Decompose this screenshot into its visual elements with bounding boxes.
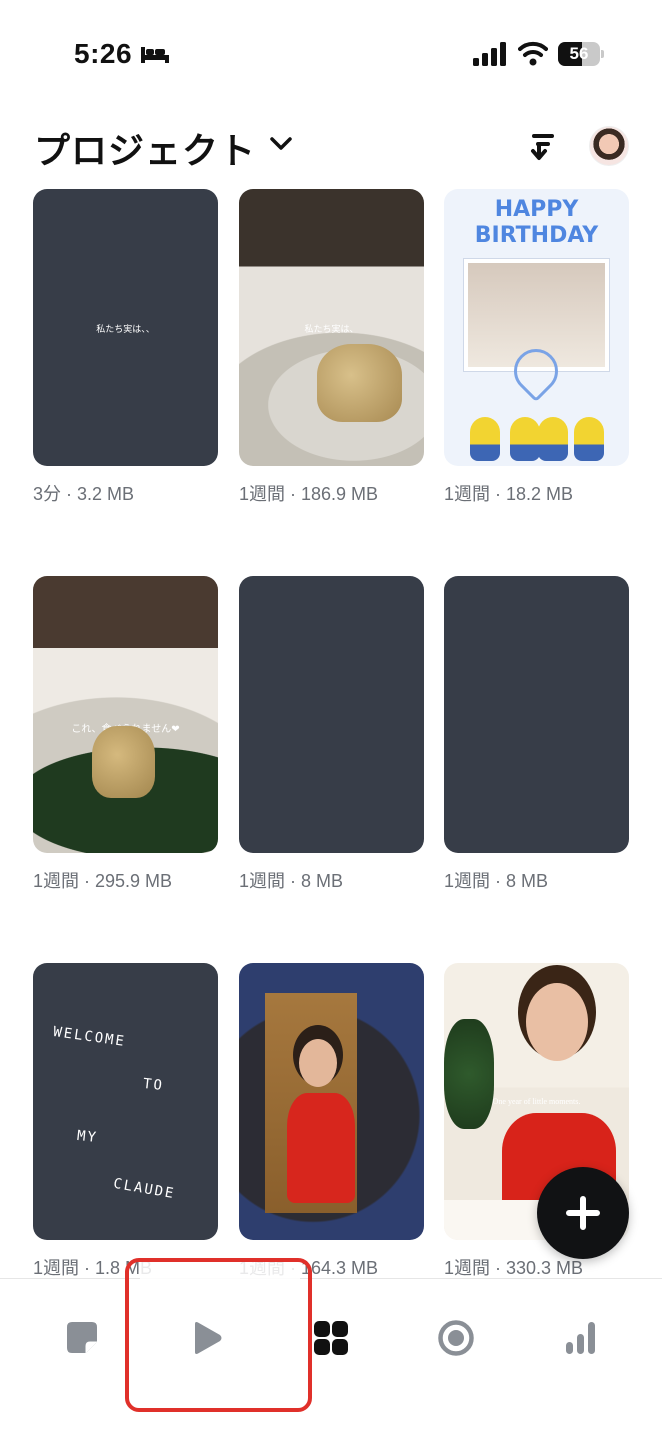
- thumbnail-caption: CLAUDE: [112, 1175, 177, 1203]
- nav-item-notes[interactable]: [62, 1318, 102, 1358]
- battery-icon: 56: [558, 42, 604, 66]
- project-meta: 3分 · 3.2 MB: [33, 484, 135, 504]
- page-title[interactable]: プロジェクト: [34, 122, 256, 174]
- project-card[interactable]: WELCOME TO MY CLAUDE 1週間 · 1.8 MB: [33, 963, 218, 1280]
- project-card[interactable]: HAPPY BIRTHDAY 1週間 · 18.2 MB: [444, 189, 629, 506]
- thumbnail-caption: WELCOME: [52, 1023, 127, 1051]
- project-thumbnail[interactable]: 私たち実は、、: [33, 189, 218, 466]
- project-card[interactable]: 1週間 · 164.3 MB: [239, 963, 424, 1280]
- grid-icon: [314, 1321, 348, 1355]
- battery-level: 56: [569, 44, 589, 63]
- project-meta: 1週間 · 8 MB: [239, 871, 344, 891]
- project-card[interactable]: 1週間 · 8 MB: [239, 576, 424, 893]
- project-thumbnail[interactable]: [239, 576, 424, 853]
- nav-item-stats[interactable]: [560, 1318, 600, 1358]
- project-card[interactable]: 私たち実は、、 3分 · 3.2 MB: [33, 189, 218, 506]
- chevron-down-icon[interactable]: [268, 134, 294, 154]
- bottom-nav: [0, 1278, 662, 1440]
- project-card[interactable]: 私たち実は、 1週間 · 186.9 MB: [239, 189, 424, 506]
- nav-item-projects[interactable]: [311, 1318, 351, 1358]
- minion-graphic: [470, 417, 500, 461]
- project-thumbnail[interactable]: [239, 963, 424, 1240]
- status-time: 5:26: [74, 38, 133, 69]
- project-meta: 1週間 · 18.2 MB: [444, 484, 574, 504]
- bed-icon: [141, 47, 169, 63]
- project-thumbnail[interactable]: HAPPY BIRTHDAY: [444, 189, 629, 466]
- minion-graphic: [574, 417, 604, 461]
- thumbnail-caption: MY: [76, 1127, 99, 1147]
- signal-icon: [473, 42, 506, 66]
- thumbnail-caption: One year of little moments.: [492, 1097, 581, 1106]
- status-bar: 5:26 56: [0, 0, 662, 100]
- project-meta: 1週間 · 330.3 MB: [444, 1258, 584, 1278]
- project-thumbnail[interactable]: 私たち実は、: [239, 189, 424, 466]
- minion-graphic: [510, 417, 540, 461]
- thumbnail-caption: 私たち実は、、: [96, 323, 155, 334]
- project-thumbnail[interactable]: WELCOME TO MY CLAUDE: [33, 963, 218, 1240]
- thumbnail-caption: これ、食べられません❤: [71, 724, 180, 736]
- project-thumbnail[interactable]: [444, 576, 629, 853]
- project-meta: 1週間 · 295.9 MB: [33, 871, 173, 891]
- project-card[interactable]: これ、食べられません❤ 1週間 · 295.9 MB: [33, 576, 218, 893]
- minion-graphic: [538, 417, 568, 461]
- thumbnail-caption: HAPPY BIRTHDAY: [474, 197, 599, 248]
- avatar[interactable]: [589, 126, 629, 166]
- sort-icon[interactable]: [528, 130, 558, 162]
- project-meta: 1週間 · 8 MB: [444, 871, 549, 891]
- wifi-icon: [518, 41, 548, 66]
- project-thumbnail[interactable]: これ、食べられません❤: [33, 576, 218, 853]
- plus-icon: [566, 1196, 600, 1230]
- add-project-button[interactable]: [537, 1167, 629, 1259]
- nav-item-record[interactable]: [436, 1318, 476, 1358]
- thumbnail-caption: TO: [142, 1075, 165, 1095]
- record-icon: [438, 1320, 474, 1356]
- project-meta: 1週間 · 186.9 MB: [239, 484, 379, 504]
- notes-icon: [67, 1322, 97, 1353]
- play-tab-highlight: [125, 1258, 312, 1412]
- thumbnail-caption: 私たち実は、: [304, 323, 359, 334]
- stats-icon: [566, 1322, 595, 1354]
- project-card[interactable]: 1週間 · 8 MB: [444, 576, 629, 893]
